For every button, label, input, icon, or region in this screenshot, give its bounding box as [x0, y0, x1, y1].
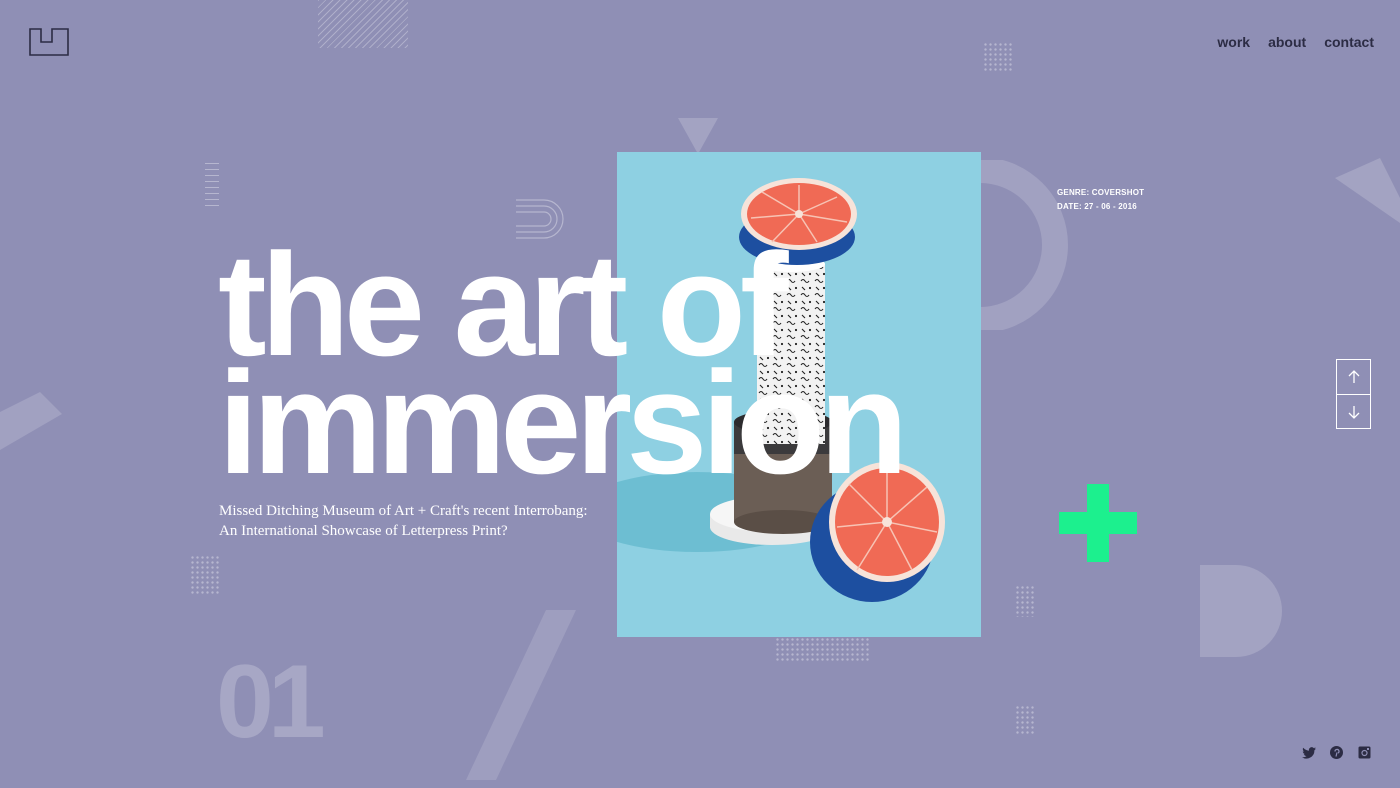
pinterest-link[interactable]: [1329, 745, 1344, 760]
next-slide-button[interactable]: [1337, 394, 1370, 428]
hero-subtitle: Missed Ditching Museum of Art + Craft's …: [219, 502, 639, 541]
decor-pattern: [983, 42, 1014, 73]
previous-slide-button[interactable]: [1337, 360, 1370, 394]
decor-shape: [466, 610, 576, 780]
project-meta: GENRE: COVERSHOT DATE: 27 - 06 - 2016: [1057, 186, 1144, 213]
hero-title-line-2: immersion: [218, 341, 908, 504]
decor-shape: [0, 392, 62, 450]
decor-shape: [1335, 158, 1400, 223]
nav-contact-link[interactable]: contact: [1324, 34, 1374, 50]
twitter-link[interactable]: [1301, 745, 1316, 760]
decor-pattern: [1015, 705, 1035, 735]
decor-pattern: [318, 0, 408, 48]
decor-shape: [1200, 565, 1282, 657]
decor-pattern: [775, 637, 871, 661]
plus-icon: [1059, 512, 1137, 534]
slide-number: 01: [216, 644, 326, 760]
instagram-link[interactable]: [1357, 745, 1372, 760]
instagram-icon: [1358, 746, 1371, 759]
decor-pattern: [205, 160, 219, 206]
arrow-up-icon: [1348, 370, 1359, 383]
hero-subtitle-line-1: Missed Ditching Museum of Art + Craft's …: [219, 503, 588, 519]
decor-pattern: [1015, 585, 1035, 617]
arrow-down-icon: [1348, 405, 1359, 419]
nav-about-link[interactable]: about: [1268, 34, 1306, 50]
logo-icon[interactable]: [29, 28, 69, 56]
date-label: DATE: 27 - 06 - 2016: [1057, 201, 1137, 211]
social-links: [1301, 745, 1372, 760]
decor-shape: [678, 118, 718, 154]
decor-pattern: [190, 555, 220, 595]
twitter-icon: [1301, 746, 1316, 759]
slide-pager: [1336, 359, 1371, 429]
main-nav: work about contact: [1217, 34, 1374, 50]
genre-label: GENRE: COVERSHOT: [1057, 188, 1145, 197]
pinterest-icon: [1330, 746, 1343, 759]
nav-work-link[interactable]: work: [1217, 34, 1250, 50]
hero-subtitle-line-2: An International Showcase of Letterpress…: [219, 522, 508, 539]
